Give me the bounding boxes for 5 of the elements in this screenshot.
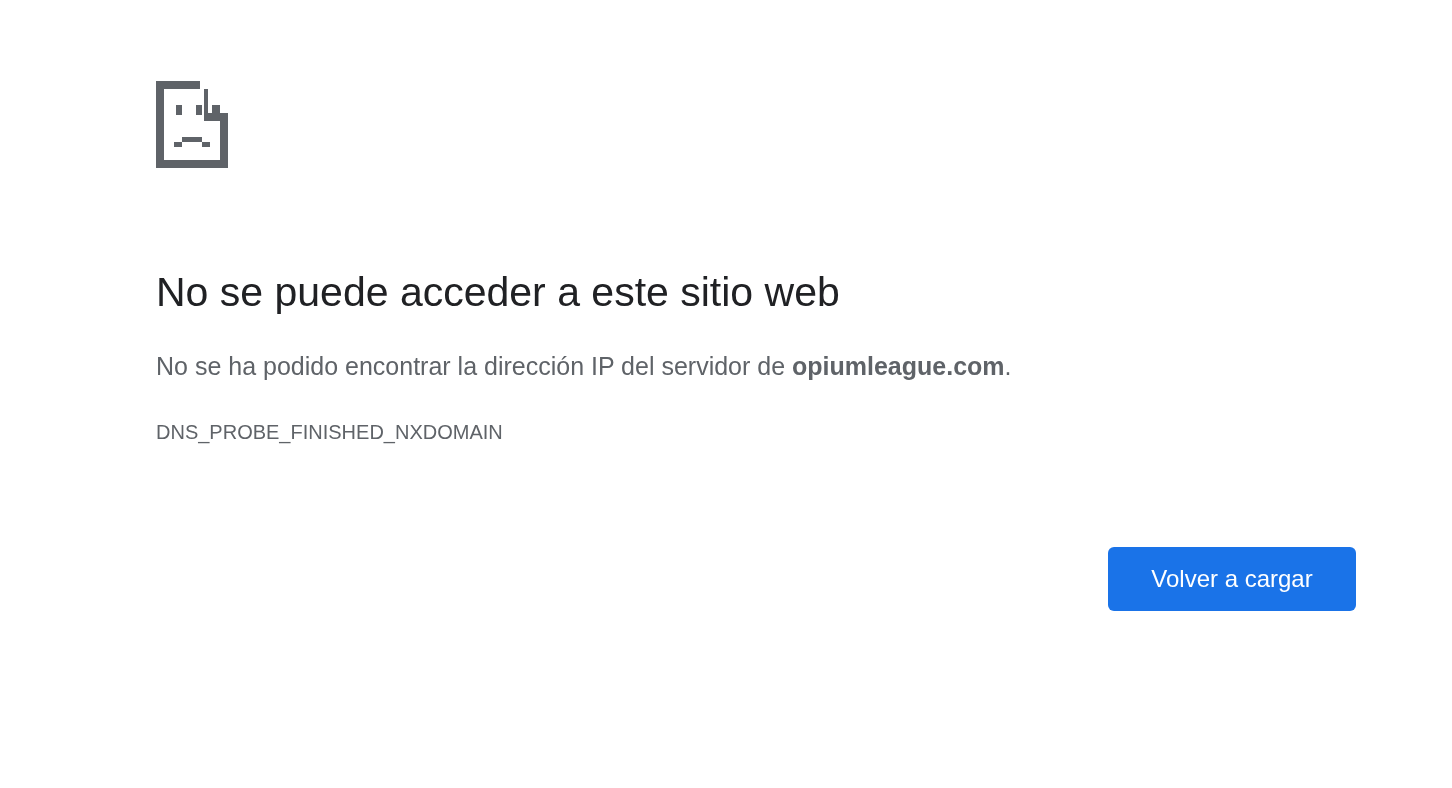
error-message: No se ha podido encontrar la dirección IP del servidor de opiumleague.com. <box>156 351 1013 382</box>
sad-page-icon <box>156 81 228 168</box>
error-code: DNS_PROBE_FINISHED_NXDOMAIN <box>156 420 504 444</box>
error-heading: No se puede acceder a este sitio web <box>156 268 841 316</box>
reload-button[interactable]: Volver a cargar <box>1108 547 1356 611</box>
